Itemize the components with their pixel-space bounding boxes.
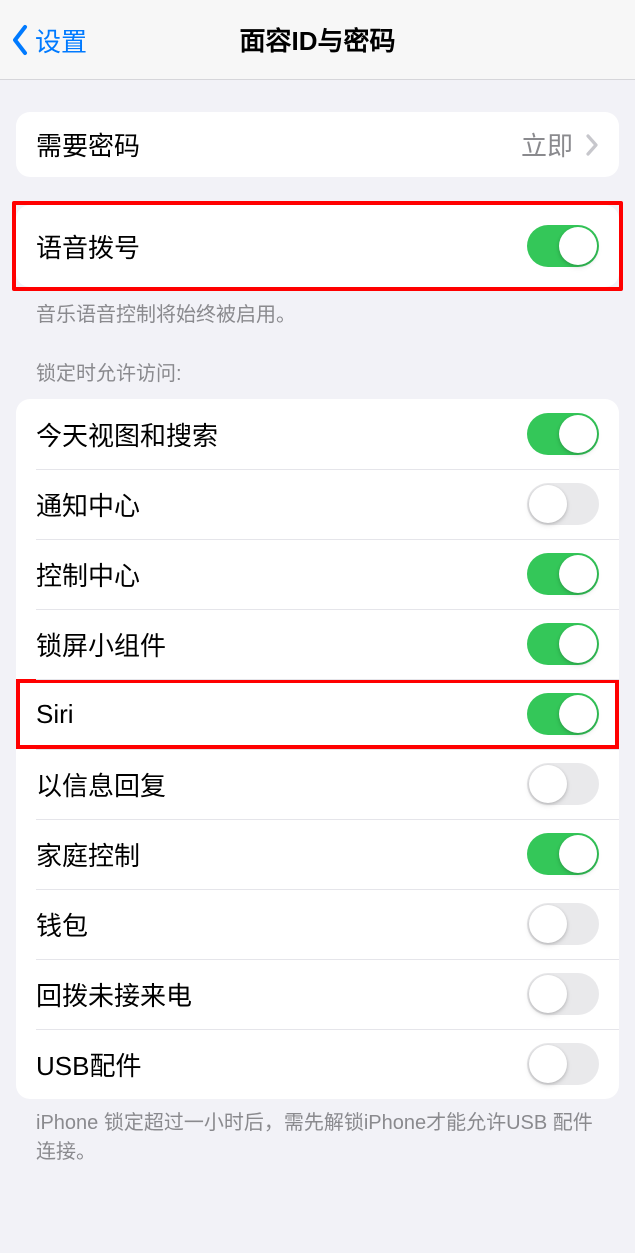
usb-accessories-row: USB配件 — [16, 1029, 619, 1099]
voice-dial-footer: 音乐语音控制将始终被启用。 — [0, 291, 635, 330]
row-label: Siri — [36, 699, 527, 730]
voice-dial-group: 语音拨号 — [16, 205, 619, 287]
home-control-row: 家庭控制 — [16, 819, 619, 889]
back-label: 设置 — [35, 22, 87, 59]
today-view-toggle[interactable] — [527, 413, 599, 455]
row-label: 家庭控制 — [36, 836, 527, 873]
chevron-left-icon — [10, 22, 30, 58]
siri-toggle[interactable] — [527, 693, 599, 735]
chevron-right-icon — [585, 133, 599, 157]
row-label: 回拨未接来电 — [36, 976, 527, 1013]
lock-access-group: 今天视图和搜索 通知中心 控制中心 锁屏小组件 Siri 以信息回复 家庭控制 — [16, 399, 619, 1099]
siri-row: Siri — [16, 679, 619, 749]
today-view-row: 今天视图和搜索 — [16, 399, 619, 469]
reply-message-toggle[interactable] — [527, 763, 599, 805]
wallet-toggle[interactable] — [527, 903, 599, 945]
wallet-row: 钱包 — [16, 889, 619, 959]
notification-center-row: 通知中心 — [16, 469, 619, 539]
usb-footer: iPhone 锁定超过一小时后，需先解锁iPhone才能允许USB 配件连接。 — [0, 1099, 635, 1167]
return-missed-toggle[interactable] — [527, 973, 599, 1015]
control-center-row: 控制中心 — [16, 539, 619, 609]
row-label: 锁屏小组件 — [36, 626, 527, 663]
row-label: 今天视图和搜索 — [36, 416, 527, 453]
page-title: 面容ID与密码 — [239, 21, 395, 58]
row-label: 控制中心 — [36, 556, 527, 593]
row-label: USB配件 — [36, 1046, 527, 1083]
voice-dial-toggle[interactable] — [527, 225, 599, 267]
highlight-voice-dial: 语音拨号 — [12, 201, 623, 291]
reply-message-row: 以信息回复 — [16, 749, 619, 819]
lock-widgets-row: 锁屏小组件 — [16, 609, 619, 679]
notification-center-toggle[interactable] — [527, 483, 599, 525]
row-label: 需要密码 — [36, 126, 521, 163]
lock-widgets-toggle[interactable] — [527, 623, 599, 665]
nav-bar: 设置 面容ID与密码 — [0, 0, 635, 80]
voice-dial-row: 语音拨号 — [16, 205, 619, 287]
usb-accessories-toggle[interactable] — [527, 1043, 599, 1085]
row-label: 语音拨号 — [36, 228, 527, 265]
row-label: 钱包 — [36, 906, 527, 943]
passcode-requirement-group: 需要密码 立即 — [16, 112, 619, 177]
row-value: 立即 — [521, 126, 573, 163]
row-label: 以信息回复 — [36, 766, 527, 803]
home-control-toggle[interactable] — [527, 833, 599, 875]
lock-access-header: 锁定时允许访问: — [0, 330, 635, 399]
back-button[interactable]: 设置 — [0, 0, 87, 80]
passcode-required-row[interactable]: 需要密码 立即 — [16, 112, 619, 177]
control-center-toggle[interactable] — [527, 553, 599, 595]
return-missed-row: 回拨未接来电 — [16, 959, 619, 1029]
row-label: 通知中心 — [36, 486, 527, 523]
